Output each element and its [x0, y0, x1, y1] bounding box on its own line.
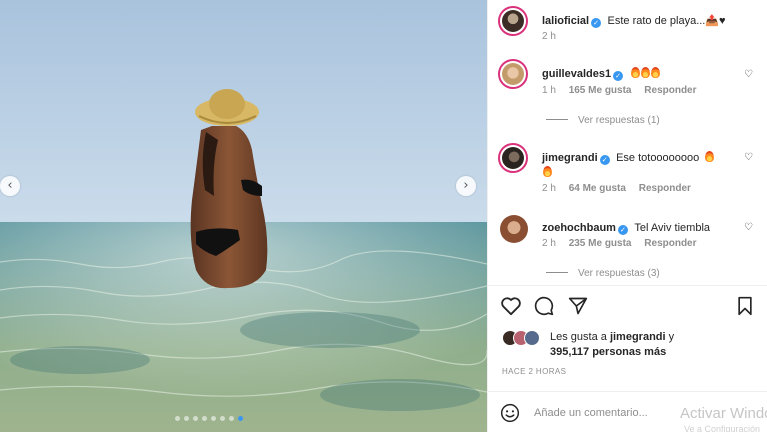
post-side-panel: lalioficial ✓ Este rato de playa...📤♥ 2 h…: [487, 0, 767, 432]
carousel-dot-active: [238, 416, 243, 421]
fire-emoji-icon: [640, 67, 650, 78]
verified-badge-icon: ✓: [613, 71, 624, 81]
comment-heart-icon[interactable]: ♡: [744, 70, 754, 80]
caption-line: lalioficial ✓ Este rato de playa...📤♥: [542, 11, 726, 29]
comment-meta: 2 h 64 Me gusta Responder: [542, 183, 691, 194]
windows-activation-subtext: Ve a Configuración: [684, 424, 761, 432]
fire-emoji-icon: [630, 67, 640, 78]
comment-username[interactable]: guillevaldes1: [542, 68, 611, 80]
comment-meta: 1 h 165 Me gusta Responder: [542, 85, 697, 96]
verified-badge-icon: ✓: [599, 155, 610, 165]
comment-reply-button[interactable]: Responder: [644, 238, 696, 249]
commenter-avatar[interactable]: [500, 215, 528, 243]
likes-text[interactable]: Les gusta a jimegrandi y 395,117 persona…: [550, 330, 674, 360]
replies-divider: [546, 119, 568, 120]
carousel-dot: [193, 416, 198, 421]
comment-meta: 2 h 235 Me gusta Responder: [542, 238, 697, 249]
comment-reply-button[interactable]: Responder: [644, 85, 696, 96]
comment-time: 1 h: [542, 85, 556, 96]
comment-continuation: [542, 163, 552, 181]
author-username[interactable]: lalioficial: [542, 15, 589, 27]
comment-likes[interactable]: 165 Me gusta: [569, 85, 632, 96]
liker-avatar: [524, 330, 540, 346]
post-photo[interactable]: ‹ ›: [0, 0, 487, 432]
likes-user[interactable]: jimegrandi: [610, 331, 666, 343]
carousel-dot: [184, 416, 189, 421]
comment-heart-icon[interactable]: ♡: [744, 223, 754, 233]
comment-text: Ese totoooooooo: [616, 152, 700, 164]
comment-text: Tel Aviv tiembla: [634, 222, 711, 234]
view-replies-label[interactable]: Ver respuestas (3): [578, 268, 660, 279]
commenter-avatar[interactable]: [498, 59, 528, 89]
fire-emoji-icon: [650, 67, 660, 78]
carousel-dot: [211, 416, 216, 421]
comment-line: guillevaldes1 ✓: [542, 64, 660, 82]
beach-photo: [0, 0, 487, 432]
comment-username[interactable]: zoehochbaum: [542, 222, 616, 234]
likes-count[interactable]: 395,117 personas más: [550, 346, 666, 358]
verified-badge-icon: ✓: [591, 18, 602, 28]
carousel-dots: [175, 416, 243, 421]
caption-time: 2 h: [542, 31, 556, 42]
comment-icon[interactable]: [534, 296, 554, 316]
caption-text: Este rato de playa...📤♥: [607, 15, 726, 27]
likes-suffix: y: [665, 331, 675, 343]
divider: [488, 285, 767, 286]
comment-time: 2 h: [542, 183, 556, 194]
fire-emoji-icon: [543, 166, 552, 177]
comment-line: jimegrandi ✓ Ese totoooooooo: [542, 148, 714, 166]
view-replies[interactable]: Ver respuestas (3): [546, 268, 660, 279]
carousel-dot: [229, 416, 234, 421]
carousel-dot: [202, 416, 207, 421]
comment-likes[interactable]: 235 Me gusta: [569, 238, 632, 249]
divider: [488, 391, 767, 392]
heart-icon[interactable]: [500, 296, 522, 316]
windows-activation-watermark: Activar Windows: [680, 405, 767, 422]
fire-emoji-icon: [704, 151, 714, 162]
chevron-right-icon[interactable]: ›: [456, 176, 476, 196]
commenter-avatar[interactable]: [498, 143, 528, 173]
comment-heart-icon[interactable]: ♡: [744, 153, 754, 163]
emoji-icon[interactable]: [500, 403, 520, 423]
comment-reply-button[interactable]: Responder: [639, 183, 691, 194]
chevron-left-icon[interactable]: ‹: [0, 176, 20, 196]
author-avatar[interactable]: [498, 6, 528, 36]
comment-line: zoehochbaum ✓ Tel Aviv tiembla: [542, 218, 710, 236]
view-replies-label[interactable]: Ver respuestas (1): [578, 115, 660, 126]
carousel-dot: [175, 416, 180, 421]
replies-divider: [546, 272, 568, 273]
verified-badge-icon: ✓: [617, 225, 628, 235]
paper-plane-icon[interactable]: [568, 296, 588, 316]
view-replies[interactable]: Ver respuestas (1): [546, 115, 660, 126]
add-comment-input[interactable]: Añade un comentario...: [534, 407, 648, 419]
comment-likes[interactable]: 64 Me gusta: [569, 183, 626, 194]
instagram-post-view: ‹ › lalioficial ✓ Este rato de playa...📤♥…: [0, 0, 767, 432]
carousel-dot: [220, 416, 225, 421]
bookmark-icon[interactable]: [736, 296, 754, 316]
likes-prefix: Les gusta a: [550, 331, 610, 343]
comment-time: 2 h: [542, 238, 556, 249]
post-timestamp: HACE 2 HORAS: [502, 367, 567, 376]
